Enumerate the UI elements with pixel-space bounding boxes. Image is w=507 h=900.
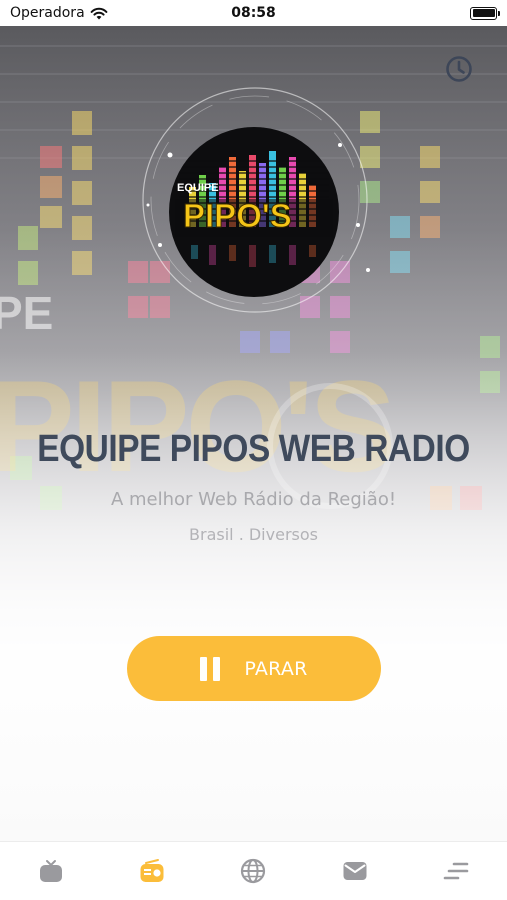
carrier-label: Operadora — [10, 5, 85, 21]
menu-icon — [443, 862, 469, 880]
station-meta: Brasil . Diversos — [189, 525, 318, 544]
radio-icon — [140, 859, 164, 882]
globe-icon — [241, 858, 266, 884]
tab-radio[interactable] — [122, 846, 182, 896]
tab-menu[interactable] — [426, 846, 486, 896]
stop-button[interactable]: PARAR — [127, 636, 381, 701]
mail-icon — [343, 862, 367, 880]
battery-icon — [470, 6, 500, 20]
pause-icon — [200, 656, 221, 681]
status-bar: Operadora 08:58 — [0, 0, 507, 26]
stop-button-label: PARAR — [244, 657, 308, 680]
clock-time: 08:58 — [231, 5, 276, 21]
history-icon[interactable] — [444, 54, 474, 84]
station-slogan: A melhor Web Rádio da Região! — [110, 489, 397, 510]
tab-web[interactable] — [223, 846, 283, 896]
logo-artwork: EQUIPE PIPO'S — [175, 151, 333, 267]
tab-bar — [0, 841, 507, 900]
logo-text-top: EQUIPE — [177, 182, 219, 194]
logo-text-main: PIPO'S — [183, 197, 292, 234]
tab-contact[interactable] — [325, 846, 385, 896]
tab-tv[interactable] — [21, 846, 81, 896]
status-left: Operadora — [10, 5, 108, 21]
station-logo: EQUIPE PIPO'S — [169, 127, 339, 297]
wifi-icon — [90, 7, 108, 19]
tv-icon — [39, 860, 62, 882]
station-title: EQUIPE PIPOS WEB RADIO — [37, 428, 470, 470]
